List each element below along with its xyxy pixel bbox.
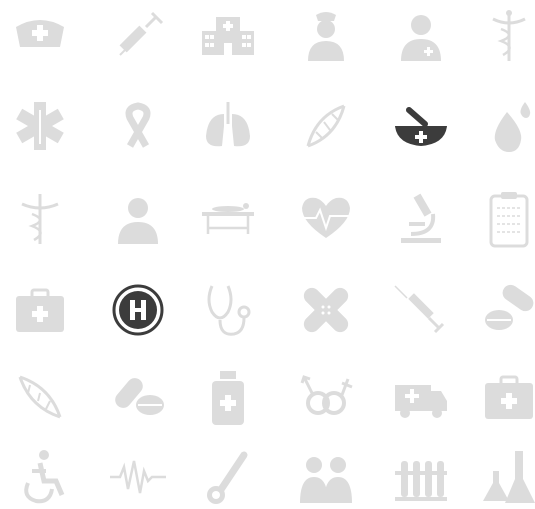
- microscope-icon: [384, 186, 458, 250]
- hospital-building-icon: [191, 3, 265, 67]
- gender-symbols-icon: [289, 365, 363, 429]
- ambulance-icon: [384, 365, 458, 429]
- dna-icon: [3, 365, 77, 429]
- syringe-icon: [384, 278, 458, 342]
- caduceus-icon: [472, 3, 535, 67]
- star-of-life-icon: [3, 94, 77, 158]
- patient-icon: [101, 186, 175, 250]
- awareness-ribbon-icon: [101, 94, 175, 158]
- nurse-icon: [289, 3, 363, 67]
- test-tubes-icon: [384, 445, 458, 509]
- syringe-icon: [101, 3, 175, 67]
- medical-icon-grid: [0, 0, 535, 504]
- bandage-icon: [289, 278, 363, 342]
- heartbeat-icon: [289, 186, 363, 250]
- pills-icon: [101, 365, 175, 429]
- lab-flasks-icon: [472, 445, 535, 509]
- pills-icon: [472, 278, 535, 342]
- pulse-line-icon: [101, 445, 175, 509]
- first-aid-kit-icon: [472, 365, 535, 429]
- mortar-pestle-icon: [384, 94, 458, 158]
- first-aid-kit-icon: [3, 278, 77, 342]
- people-icon: [289, 445, 363, 509]
- clipboard-icon: [472, 186, 535, 250]
- caduceus-icon: [3, 186, 77, 250]
- stretcher-icon: [191, 186, 265, 250]
- thermometer-icon: [191, 445, 265, 509]
- dna-icon: [289, 94, 363, 158]
- wheelchair-icon: [3, 445, 77, 509]
- nurse-cap-icon: [3, 3, 77, 67]
- medicine-bottle-icon: [191, 365, 265, 429]
- lungs-icon: [191, 94, 265, 158]
- stethoscope-icon: [191, 278, 265, 342]
- doctor-icon: [384, 3, 458, 67]
- blood-drop-icon: [472, 94, 535, 158]
- hospital-sign-icon: [101, 278, 175, 342]
